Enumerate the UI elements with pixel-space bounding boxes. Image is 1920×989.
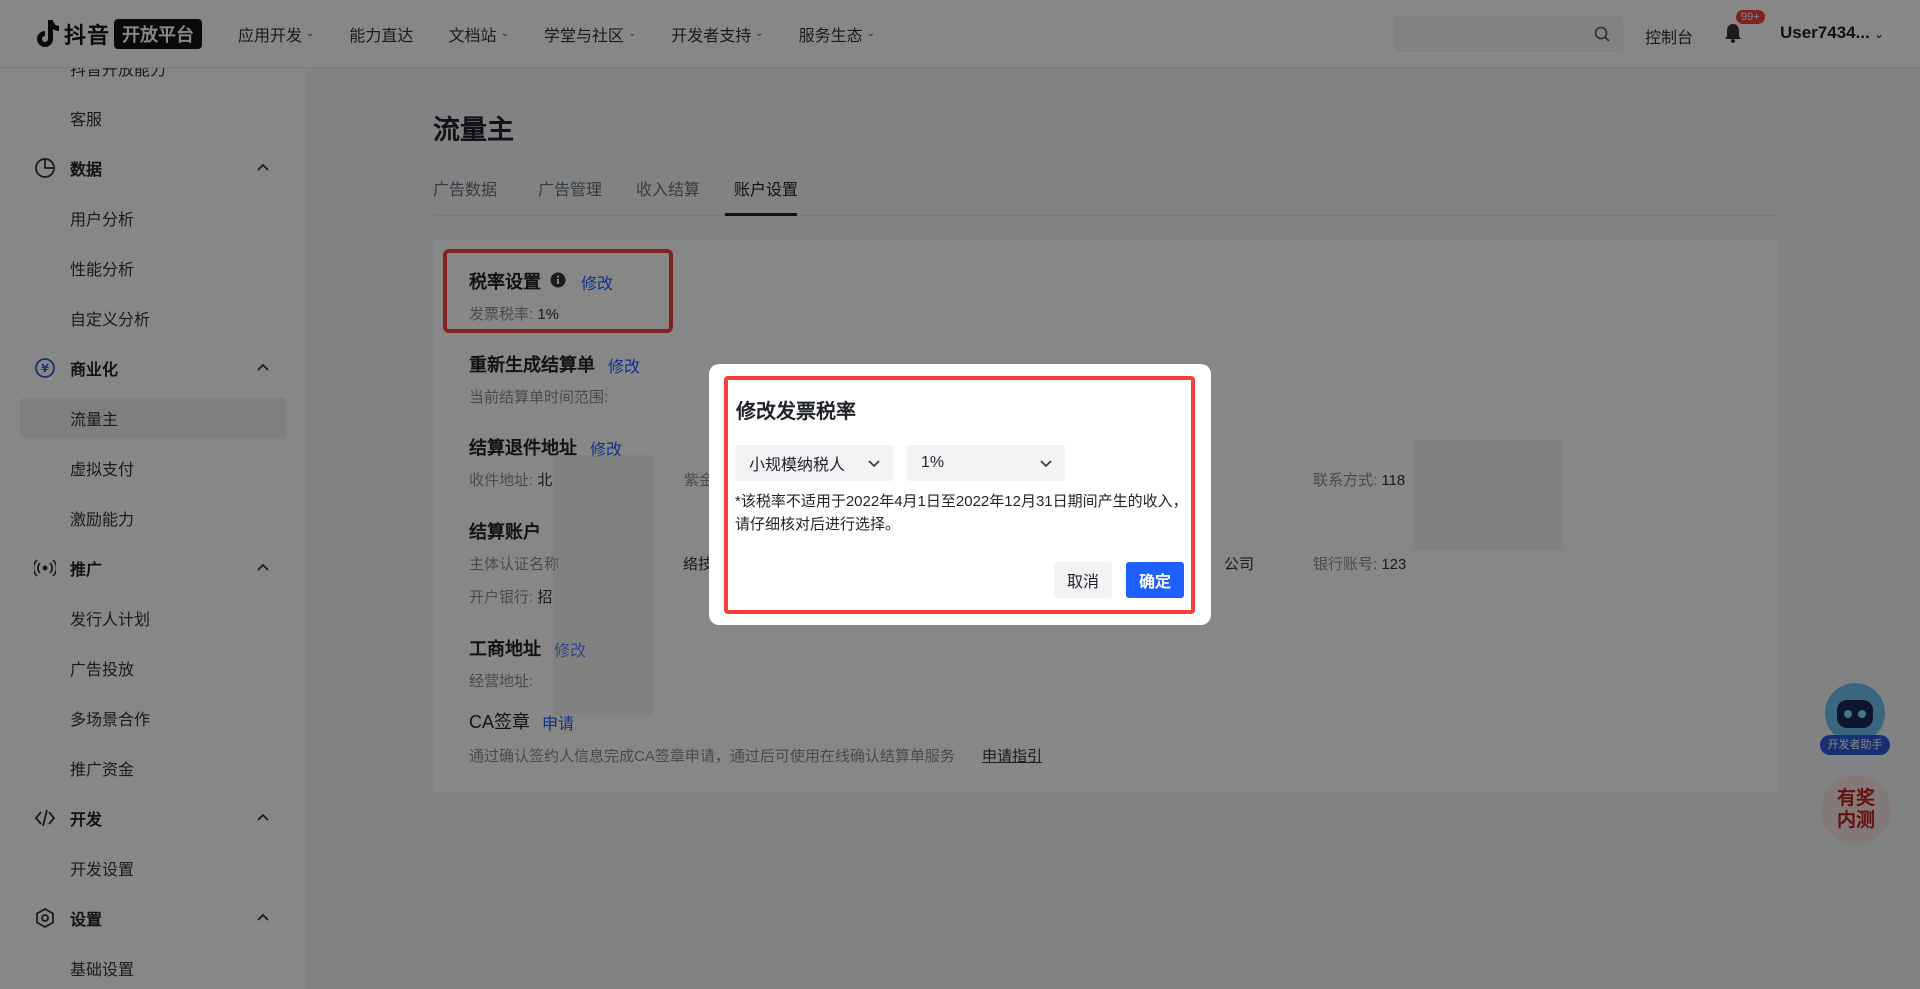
tax-rate-note: *该税率不适用于2022年4月1日至2022年12月31日期间产生的收入，请仔细…: [735, 493, 1188, 533]
modal-title: 修改发票税率: [736, 401, 856, 423]
chevron-down-icon: [1040, 460, 1052, 468]
taxpayer-type-value: 小规模纳税人: [749, 457, 846, 474]
tax-rate-value: 1%: [921, 454, 945, 471]
confirm-button[interactable]: 确定: [1126, 562, 1184, 598]
tax-rate-select[interactable]: 1%: [907, 445, 1065, 481]
taxpayer-type-select[interactable]: 小规模纳税人: [735, 445, 893, 481]
edit-tax-rate-modal: 修改发票税率 小规模纳税人 1% *该税率不适用于2022年4月1日至2022年…: [709, 364, 1211, 625]
cancel-button[interactable]: 取消: [1054, 562, 1112, 598]
chevron-down-icon: [868, 460, 880, 468]
